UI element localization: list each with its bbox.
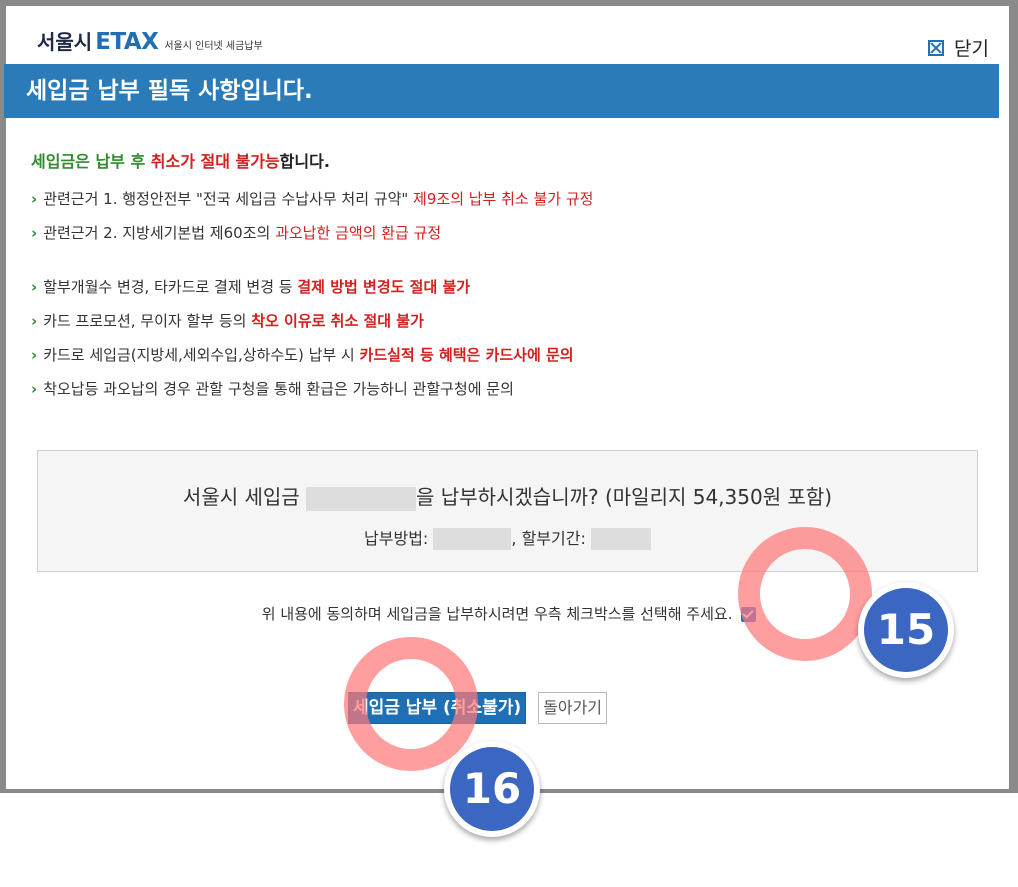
redacted-method [433, 528, 512, 550]
headline-end: 합니다. [279, 152, 330, 171]
close-icon [928, 39, 945, 56]
logo-etax: ETAX [95, 29, 159, 55]
notice-item: › 카드 프로모션, 무이자 할부 등의 착오 이유로 취소 절대 불가 [31, 308, 981, 342]
agree-text: 위 내용에 동의하며 세입금을 납부하시려면 우측 체크박스를 선택해 주세요. [261, 605, 733, 623]
item-highlight: 카드실적 등 혜택은 카드사에 문의 [359, 346, 574, 364]
notice-item: › 할부개월수 변경, 타카드로 결제 변경 등 결제 방법 변경도 절대 불가 [31, 274, 981, 308]
notice-content: 세입금은 납부 후 취소가 절대 불가능합니다. › 관련근거 1. 행정안전부 … [31, 148, 981, 410]
arrow-icon: › [31, 224, 38, 242]
item-text: 착오납등 과오납의 경우 관할 구청을 통해 환급은 가능하니 관할구청에 문의 [43, 380, 514, 398]
notice-headline: 세입금은 납부 후 취소가 절대 불가능합니다. [31, 148, 981, 172]
confirm-question: 서울시 세입금 을 납부하시겠습니까? (마일리지 54,350원 포함) [38, 481, 977, 511]
item-highlight: 제9조의 납부 취소 불가 규정 [413, 190, 594, 208]
notice-item: › 착오납등 과오납의 경우 관할 구청을 통해 환급은 가능하니 관할구청에 문… [31, 376, 981, 410]
item-text: 카드로 세입금(지방세,세외수입,상하수도) 납부 시 [43, 346, 360, 364]
period-label: , 할부기간: [511, 528, 591, 548]
logo-seoul: 서울시 [37, 30, 93, 54]
close-label: 닫기 [954, 38, 989, 60]
highlight-ring [738, 527, 872, 661]
notice-item: › 관련근거 1. 행정안전부 "전국 세입금 수납사무 처리 규약" 제9조의 … [31, 186, 981, 220]
arrow-icon: › [31, 312, 38, 330]
arrow-icon: › [31, 346, 38, 364]
notice-item: › 카드로 세입금(지방세,세외수입,상하수도) 납부 시 카드실적 등 혜택은 … [31, 342, 981, 376]
item-highlight: 결제 방법 변경도 절대 불가 [297, 278, 471, 296]
confirm-suffix: 을 납부하시겠습니까? (마일리지 54,350원 포함) [416, 485, 833, 509]
item-text: 할부개월수 변경, 타카드로 결제 변경 등 [43, 278, 298, 296]
item-text: 카드 프로모션, 무이자 할부 등의 [43, 312, 252, 330]
headline-text: 세입금은 납부 후 [31, 152, 151, 171]
redacted-amount [306, 486, 417, 511]
redacted-period [590, 528, 651, 550]
arrow-icon: › [31, 190, 38, 208]
method-label: 납부방법: [364, 528, 434, 548]
modal-title: 세입금 납부 필독 사항입니다. [4, 64, 999, 118]
seoul-etax-logo: 서울시 ETAX 서울시 인터넷 세금납부 [37, 26, 263, 56]
arrow-icon: › [31, 278, 38, 296]
item-highlight: 과오납한 금액의 환급 규정 [275, 224, 442, 242]
item-text: 관련근거 2. 지방세기본법 제60조의 [43, 224, 276, 242]
highlight-ring [344, 637, 478, 771]
confirm-prefix: 서울시 세입금 [182, 485, 307, 509]
item-highlight: 착오 이유로 취소 절대 불가 [251, 312, 424, 330]
headline-highlight: 취소가 절대 불가능 [150, 152, 280, 171]
back-button[interactable]: 돌아가기 [538, 692, 608, 724]
step-badge: 16 [444, 741, 540, 837]
item-text: 관련근거 1. 행정안전부 "전국 세입금 수납사무 처리 규약" [43, 190, 414, 208]
logo-subtitle: 서울시 인터넷 세금납부 [164, 41, 263, 52]
notice-item: › 관련근거 2. 지방세기본법 제60조의 과오납한 금액의 환급 규정 [31, 220, 981, 254]
arrow-icon: › [31, 380, 38, 398]
close-button[interactable]: 닫기 [928, 34, 989, 61]
step-badge: 15 [858, 582, 954, 678]
